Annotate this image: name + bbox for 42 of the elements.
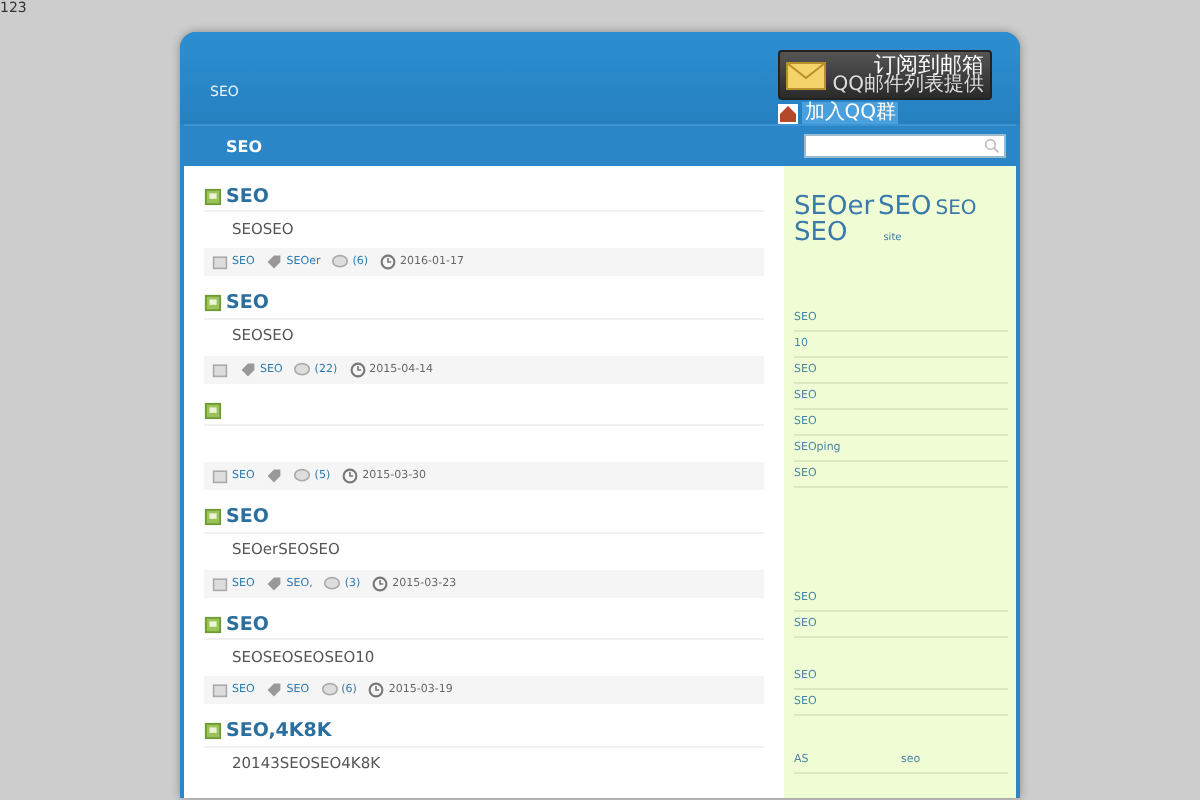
post-icon bbox=[204, 615, 222, 633]
folder-icon bbox=[212, 254, 228, 270]
comment-icon bbox=[324, 575, 341, 591]
envelope-icon bbox=[786, 61, 827, 89]
post-icon bbox=[204, 401, 222, 419]
tag-icon bbox=[266, 254, 283, 270]
post-icon bbox=[204, 508, 222, 526]
folder-icon bbox=[212, 575, 228, 591]
search-icon bbox=[984, 138, 1000, 154]
folder-icon bbox=[212, 468, 228, 484]
subscribe-button[interactable]: 订阅到邮箱 QQ邮件列表提供 bbox=[778, 50, 992, 100]
post-title[interactable]: SEO bbox=[226, 185, 269, 207]
join-group-link[interactable]: 加入QQ群 bbox=[802, 102, 898, 124]
clock-icon bbox=[368, 682, 385, 698]
post-title[interactable]: SEO bbox=[226, 613, 269, 635]
house-icon bbox=[778, 103, 799, 123]
clock-icon bbox=[349, 361, 366, 377]
tag-cloud-link[interactable]: SEOer bbox=[794, 194, 875, 220]
nav-title[interactable]: SEO bbox=[226, 137, 263, 155]
post-icon bbox=[204, 294, 222, 312]
folder-icon bbox=[212, 682, 228, 698]
tag-icon bbox=[266, 682, 283, 698]
tag-icon bbox=[266, 575, 283, 591]
search-field[interactable] bbox=[804, 134, 1006, 158]
comment-icon bbox=[294, 361, 311, 377]
tag-cloud-link[interactable]: SEO bbox=[935, 200, 977, 220]
clock-icon bbox=[380, 254, 397, 270]
tag-icon bbox=[266, 468, 283, 484]
folder-icon bbox=[212, 361, 228, 377]
post-icon bbox=[204, 187, 222, 205]
clock-icon bbox=[372, 575, 389, 591]
comment-icon bbox=[332, 254, 349, 270]
tag-cloud-link[interactable]: SEO bbox=[878, 194, 932, 220]
comment-icon bbox=[294, 468, 311, 484]
post-title[interactable]: SEO bbox=[226, 292, 269, 314]
post-title[interactable]: SEO bbox=[226, 506, 269, 528]
clock-icon bbox=[342, 468, 359, 484]
post-title[interactable]: SEO,4K8K bbox=[226, 720, 332, 742]
tag-icon bbox=[240, 361, 256, 377]
tag-cloud-link[interactable]: SEO bbox=[794, 220, 848, 246]
comment-icon bbox=[321, 682, 338, 698]
post-icon bbox=[204, 722, 222, 740]
